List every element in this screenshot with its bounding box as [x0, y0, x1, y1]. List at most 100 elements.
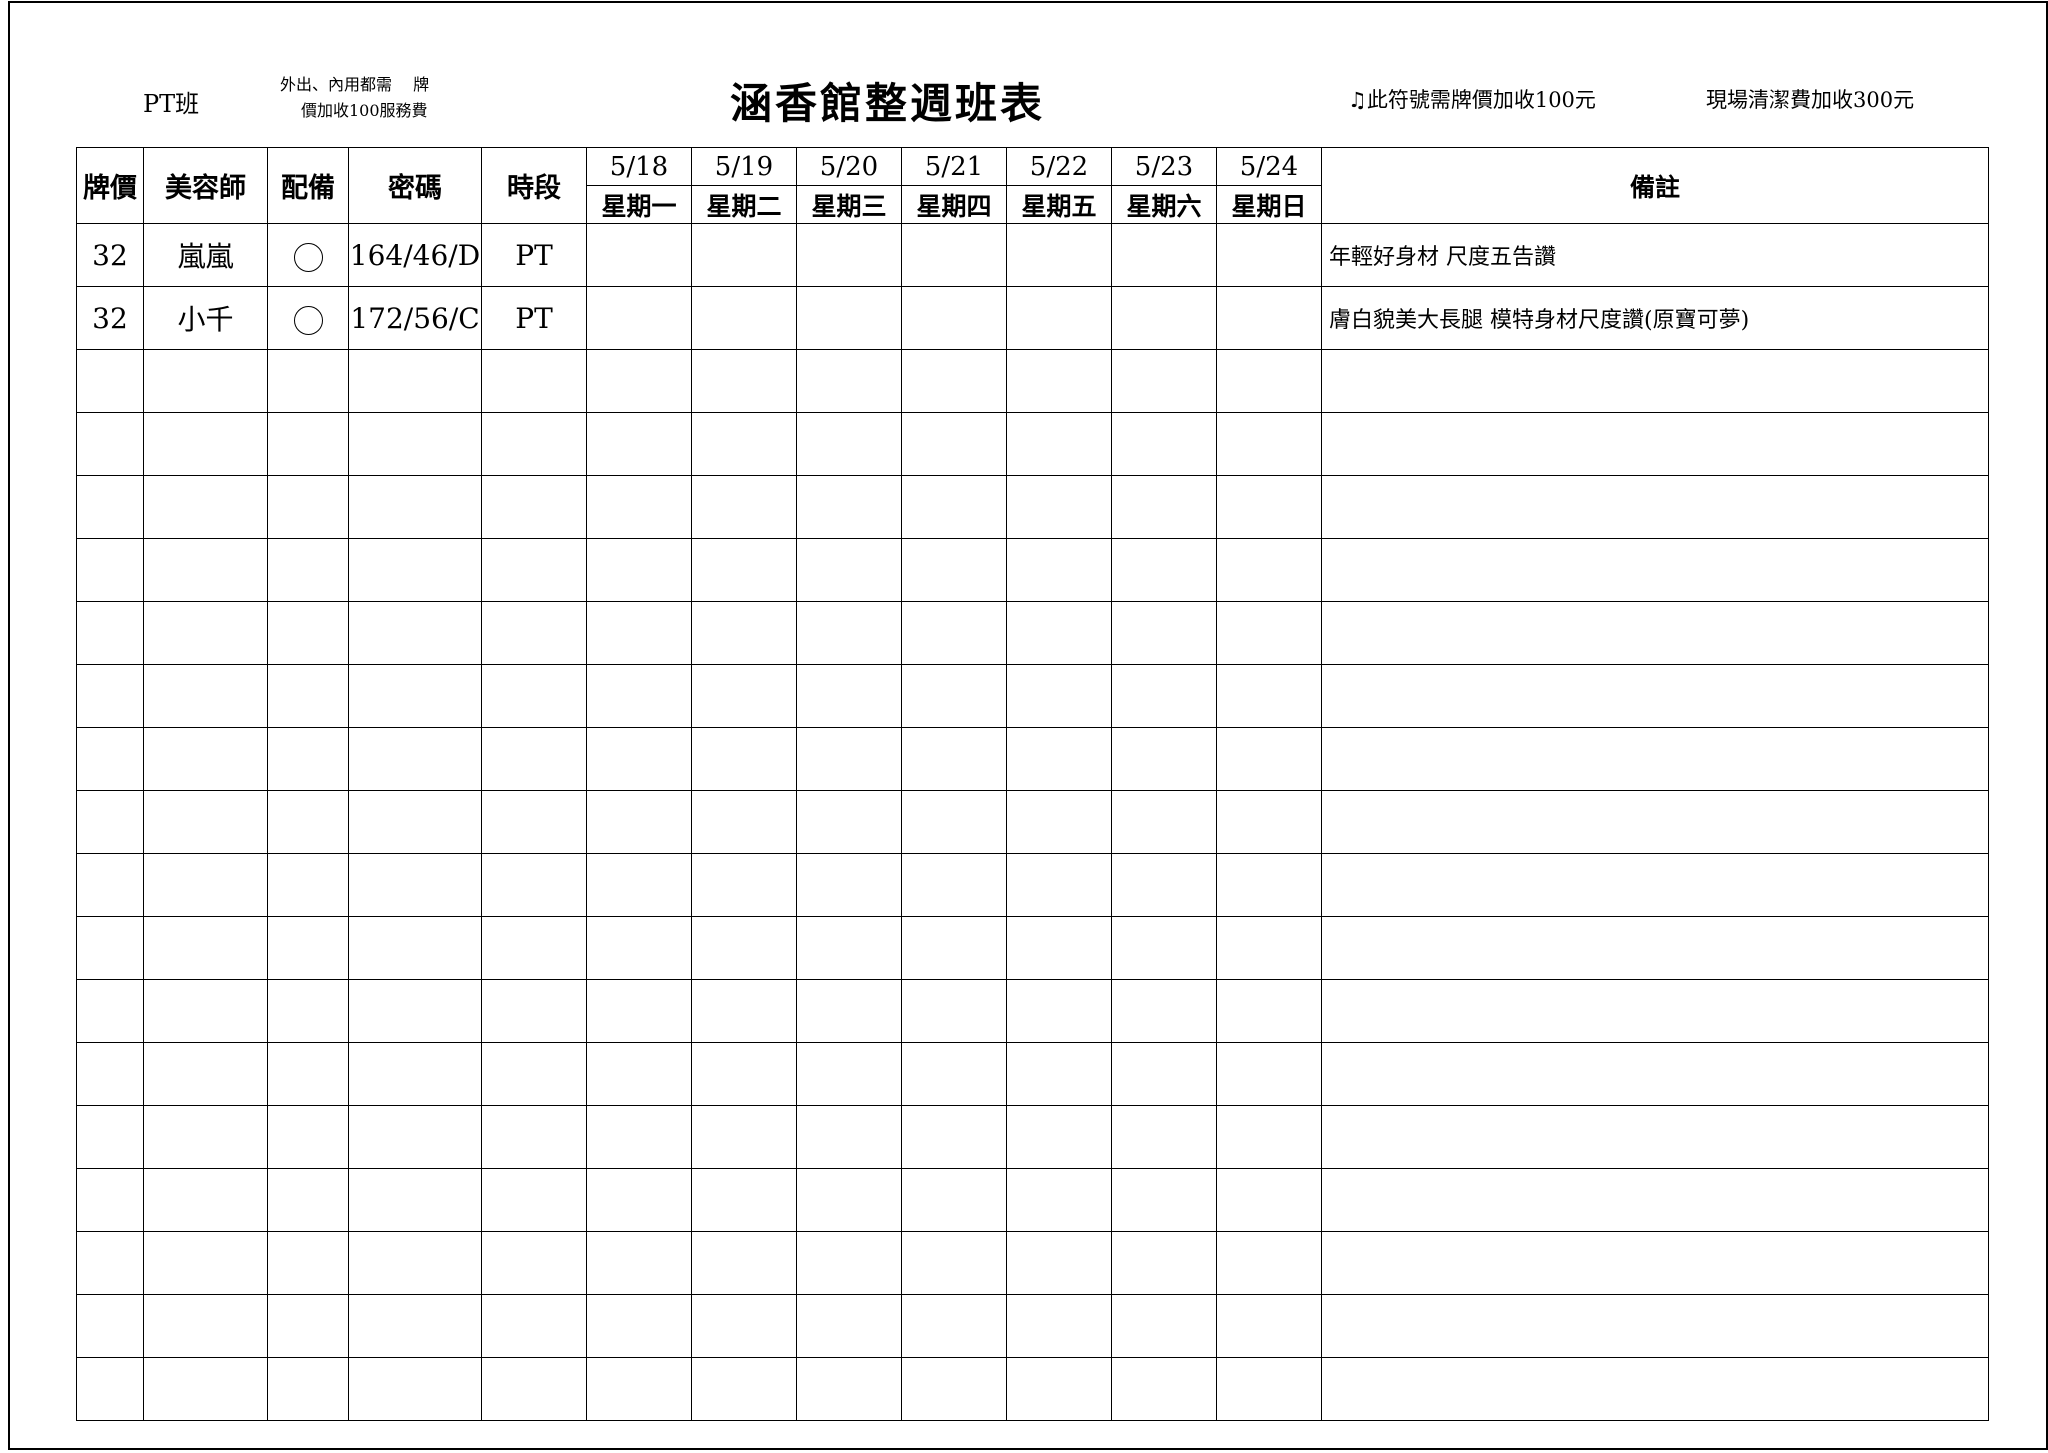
col-header-weekday: 星期六: [1111, 185, 1217, 224]
code-cell: [348, 1294, 482, 1358]
period-cell: [481, 1231, 587, 1295]
day-cell: [691, 979, 797, 1043]
table-row: 32 嵐嵐 164/46/D PT 年輕好身材 尺度五告讚: [76, 223, 1989, 287]
day-cell: [1216, 538, 1322, 602]
day-cell: [1111, 412, 1217, 476]
day-cell: [901, 790, 1007, 854]
table-row: [76, 475, 1989, 539]
remark-cell: [1321, 790, 1989, 854]
day-cell: [796, 853, 902, 917]
period-cell: [481, 1042, 587, 1106]
col-header-stylist: 美容師: [143, 147, 268, 224]
stylist-cell: [143, 664, 268, 728]
day-cell: [586, 475, 692, 539]
day-cell: [1006, 916, 1112, 980]
period-cell: [481, 601, 587, 665]
day-cell: [1216, 916, 1322, 980]
col-header-date: 5/24: [1216, 147, 1322, 186]
table-row: 32 小千 172/56/C PT 膚白貌美大長腿 模特身材尺度讚(原寶可夢): [76, 286, 1989, 350]
day-cell: [1111, 727, 1217, 791]
price-cell: [76, 1105, 144, 1169]
price-cell: [76, 412, 144, 476]
day-cell: [796, 1231, 902, 1295]
table-row: [76, 1105, 1989, 1169]
period-cell: [481, 664, 587, 728]
period-cell: [481, 412, 587, 476]
day-cell: [586, 1042, 692, 1106]
service-fee-note-line1: 外出、內用都需 牌: [280, 75, 430, 94]
day-cell: [1111, 349, 1217, 413]
code-cell: [348, 916, 482, 980]
code-cell: [348, 1231, 482, 1295]
cleaning-fee-note: 現場清潔費加收300元: [1706, 88, 1915, 112]
day-cell: [901, 1231, 1007, 1295]
day-cell: [691, 1231, 797, 1295]
day-cell: [1111, 286, 1217, 350]
price-cell: [76, 664, 144, 728]
day-cell: [1216, 727, 1322, 791]
class-label: PT班: [143, 90, 200, 118]
equipment-cell: [267, 223, 349, 287]
day-cell: [691, 349, 797, 413]
day-cell: [1006, 1168, 1112, 1232]
day-cell: [796, 979, 902, 1043]
day-cell: [796, 1357, 902, 1421]
day-cell: [796, 1105, 902, 1169]
price-cell: [76, 1042, 144, 1106]
day-cell: [796, 1168, 902, 1232]
equipment-cell: [267, 664, 349, 728]
col-header-weekday: 星期四: [901, 185, 1007, 224]
day-cell: [1111, 1105, 1217, 1169]
remark-cell: [1321, 664, 1989, 728]
day-cell: [1111, 1168, 1217, 1232]
equipment-cell: [267, 979, 349, 1043]
col-header-weekday: 星期日: [1216, 185, 1322, 224]
day-cell: [901, 1294, 1007, 1358]
equipment-cell: [267, 601, 349, 665]
day-cell: [796, 286, 902, 350]
day-cell: [1111, 1042, 1217, 1106]
equipment-cell: [267, 412, 349, 476]
price-cell: [76, 1168, 144, 1232]
table-row: [76, 601, 1989, 665]
day-cell: [586, 223, 692, 287]
day-cell: [1111, 853, 1217, 917]
day-cell: [1216, 1294, 1322, 1358]
period-cell: [481, 1168, 587, 1232]
price-cell: [76, 1357, 144, 1421]
day-cell: [586, 979, 692, 1043]
stylist-cell: [143, 979, 268, 1043]
col-header-remarks: 備註: [1321, 147, 1989, 224]
period-cell: PT: [481, 223, 587, 287]
day-cell: [1111, 664, 1217, 728]
price-cell: [76, 727, 144, 791]
day-cell: [1216, 1042, 1322, 1106]
col-header-price: 牌價: [76, 147, 144, 224]
code-cell: 164/46/D: [348, 223, 482, 287]
day-cell: [691, 916, 797, 980]
day-cell: [1216, 1105, 1322, 1169]
day-cell: [691, 601, 797, 665]
col-header-date: 5/21: [901, 147, 1007, 186]
table-row: [76, 790, 1989, 854]
day-cell: [1216, 853, 1322, 917]
col-header-weekday: 星期二: [691, 185, 797, 224]
col-header-date: 5/19: [691, 147, 797, 186]
col-header-weekday: 星期一: [586, 185, 692, 224]
day-cell: [1006, 1357, 1112, 1421]
stylist-cell: [143, 1042, 268, 1106]
equipment-cell: [267, 475, 349, 539]
col-header-equipment: 配備: [267, 147, 349, 224]
day-cell: [691, 1357, 797, 1421]
day-cell: [901, 979, 1007, 1043]
day-cell: [1006, 664, 1112, 728]
day-cell: [586, 916, 692, 980]
stylist-cell: [143, 790, 268, 854]
price-cell: 32: [76, 223, 144, 287]
period-cell: [481, 979, 587, 1043]
equipment-cell: [267, 916, 349, 980]
day-cell: [1006, 1105, 1112, 1169]
price-cell: [76, 538, 144, 602]
col-header-weekday: 星期五: [1006, 185, 1112, 224]
day-cell: [586, 538, 692, 602]
